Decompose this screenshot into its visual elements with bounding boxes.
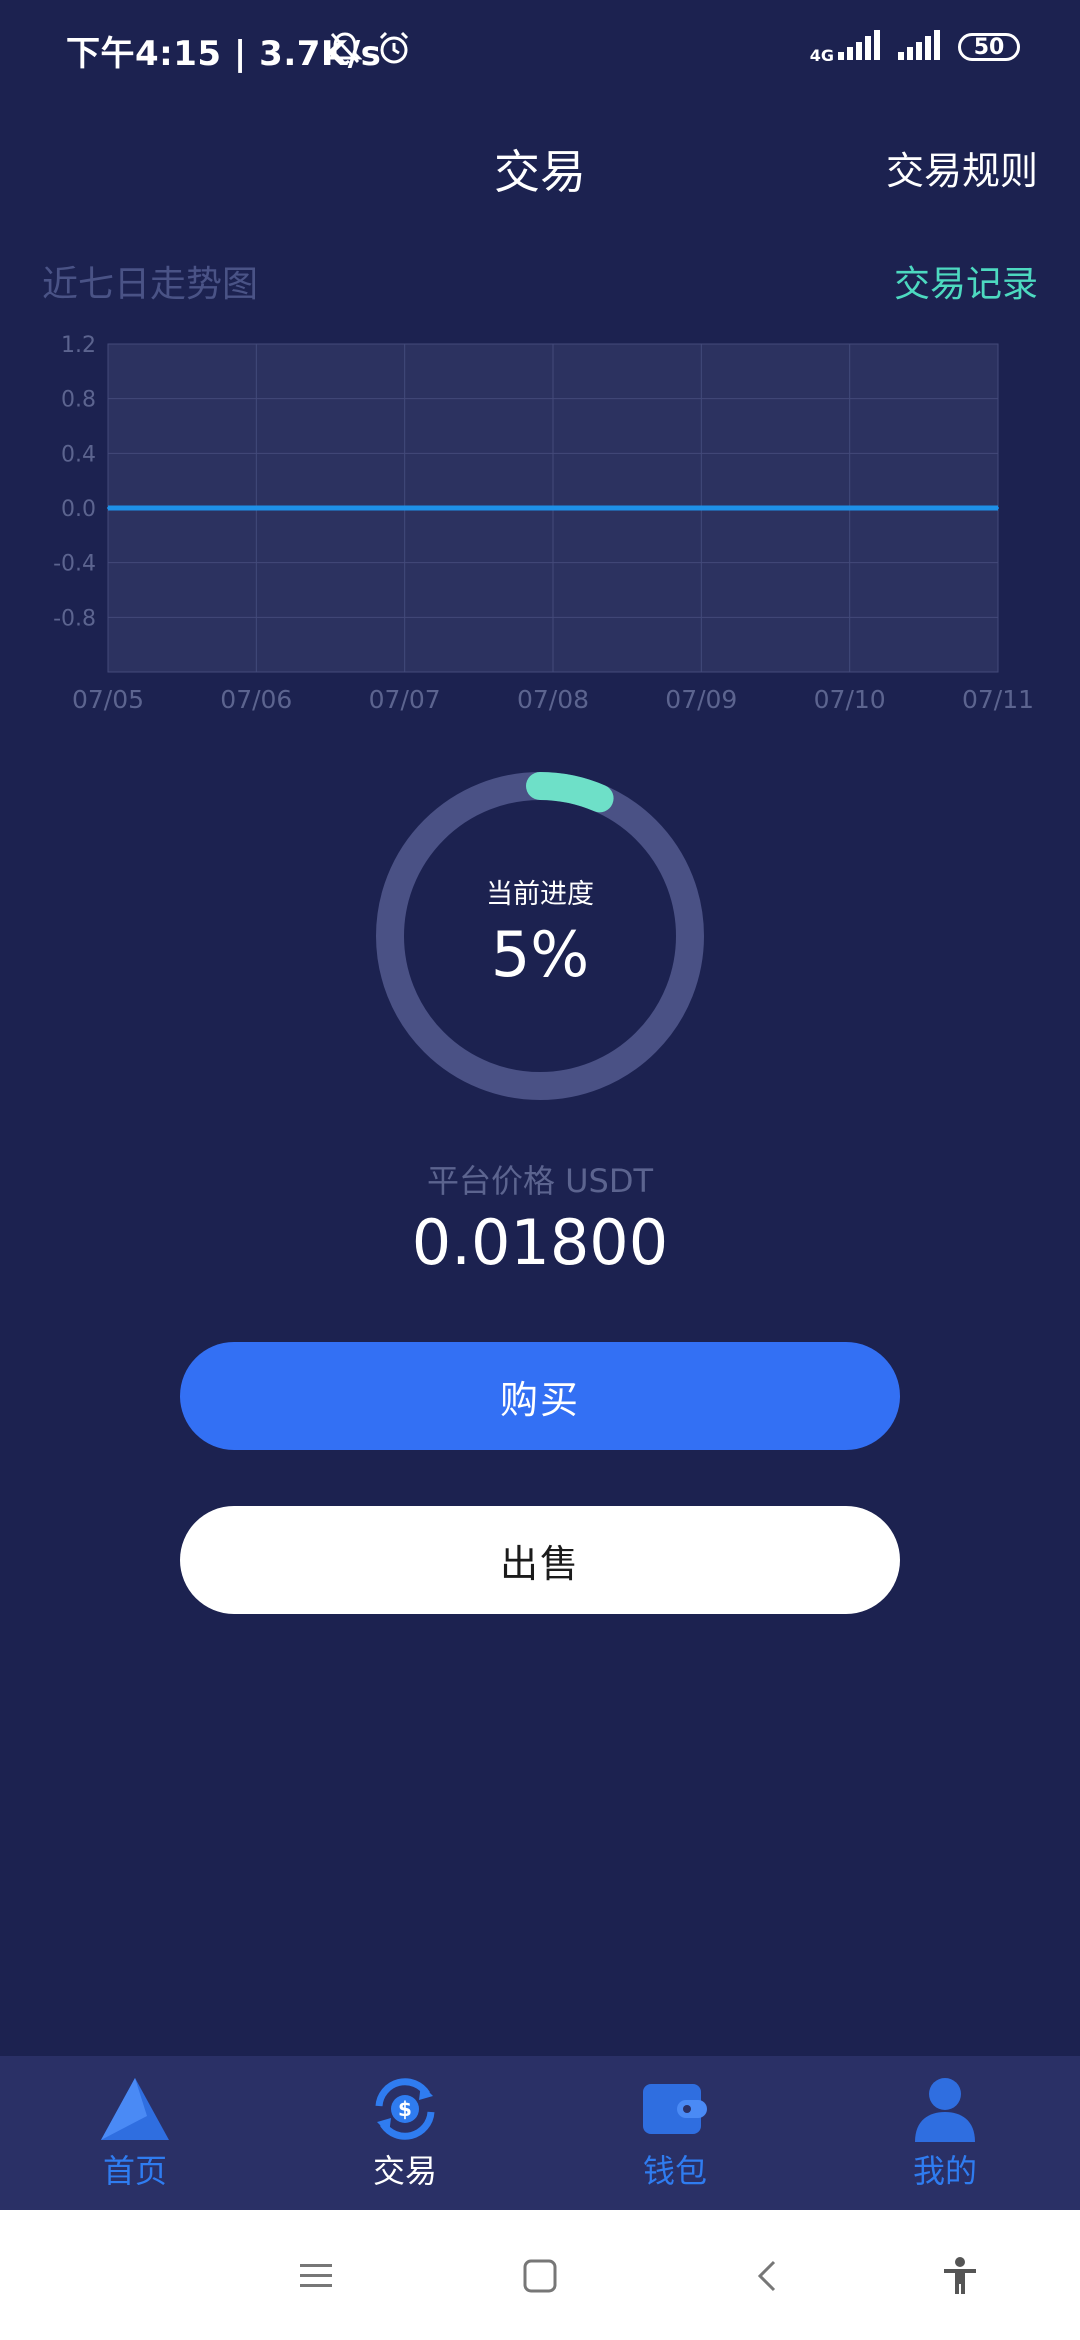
- chart-x-tick-label: 07/08: [517, 685, 589, 714]
- trade-records-link[interactable]: 交易记录: [894, 255, 1038, 307]
- menu-icon[interactable]: [294, 2254, 338, 2298]
- chart-y-tick-label: 0.0: [61, 497, 96, 522]
- svg-text:$: $: [398, 2097, 412, 2121]
- wallet-icon: [643, 2084, 707, 2134]
- progress-value: 5%: [490, 918, 590, 991]
- accessibility-icon[interactable]: [938, 2254, 982, 2298]
- chart-y-tick-label: 0.4: [61, 442, 96, 467]
- chart-data-point: [700, 507, 703, 509]
- nav-label-trade: 交易: [372, 2152, 437, 2190]
- signal-bars-icon: [898, 30, 942, 64]
- signal-4g: 4G: [810, 30, 882, 64]
- chart-y-tick-label: 0.8: [61, 388, 96, 413]
- battery-indicator: 50: [958, 33, 1020, 61]
- nav-label-home: 首页: [102, 2152, 167, 2190]
- platform-price-value: 0.01800: [411, 1206, 669, 1279]
- nav-item-mine[interactable]: 我的: [810, 2056, 1080, 2210]
- platform-price-label: 平台价格 USDT: [426, 1162, 654, 1200]
- chart-x-tick-label: 07/05: [72, 685, 144, 714]
- home-triangle-icon: [101, 2078, 169, 2140]
- bottom-nav: 首页 $ 交易 钱包 我的: [0, 2056, 1080, 2210]
- exchange-dollar-icon: $: [375, 2078, 435, 2140]
- nav-label-wallet: 钱包: [642, 2152, 707, 2190]
- chart-data-point: [403, 507, 406, 509]
- chart-title: 近七日走势图: [42, 264, 259, 305]
- alarm-clock-icon: [376, 30, 412, 70]
- nav-label-mine: 我的: [912, 2152, 977, 2190]
- chart-data-point: [848, 507, 851, 509]
- chart-data-point: [107, 507, 109, 509]
- progress-label: 当前进度: [486, 879, 594, 910]
- status-right: 4G 50: [810, 30, 1020, 64]
- network-type: 4G: [809, 46, 834, 65]
- chart-x-tick-label: 07/06: [220, 685, 292, 714]
- back-chevron-icon[interactable]: [746, 2254, 790, 2298]
- nav-item-home[interactable]: 首页: [0, 2056, 270, 2210]
- chart-y-tick-label: -0.8: [53, 606, 96, 631]
- system-nav-bar: [0, 2210, 1080, 2340]
- chart-x-tick-label: 07/11: [962, 685, 1034, 714]
- sell-button[interactable]: 出售: [180, 1506, 900, 1614]
- chart-x-tick-label: 07/07: [369, 685, 441, 714]
- signal-bars-icon: [838, 30, 882, 64]
- chart-x-tick-label: 07/10: [814, 685, 886, 714]
- trend-chart: 1.2 0.8 0.4 0.0 -0.4 -0.8 07/05 07/06 07/07 07/08…: [53, 333, 1034, 714]
- nav-item-trade[interactable]: $ 交易: [270, 2056, 540, 2210]
- home-square-icon[interactable]: [518, 2254, 562, 2298]
- chart-data-point: [552, 507, 554, 509]
- chart-data-point: [255, 507, 258, 509]
- trading-rules-link[interactable]: 交易规则: [886, 140, 1038, 195]
- chart-data-point: [997, 507, 999, 509]
- muted-bell-icon: [327, 30, 363, 70]
- chart-y-tick-label: 1.2: [61, 333, 96, 358]
- status-icons: [327, 30, 412, 70]
- chart-x-tick-label: 07/09: [665, 685, 737, 714]
- nav-item-wallet[interactable]: 钱包: [540, 2056, 810, 2210]
- progress-ring-arc: [526, 772, 614, 813]
- chart-y-tick-label: -0.4: [53, 552, 96, 577]
- user-icon: [915, 2078, 975, 2142]
- status-bar: 下午4:15 | 3.7K/s 4G 50: [0, 0, 1080, 100]
- buy-button[interactable]: 购买: [180, 1342, 900, 1450]
